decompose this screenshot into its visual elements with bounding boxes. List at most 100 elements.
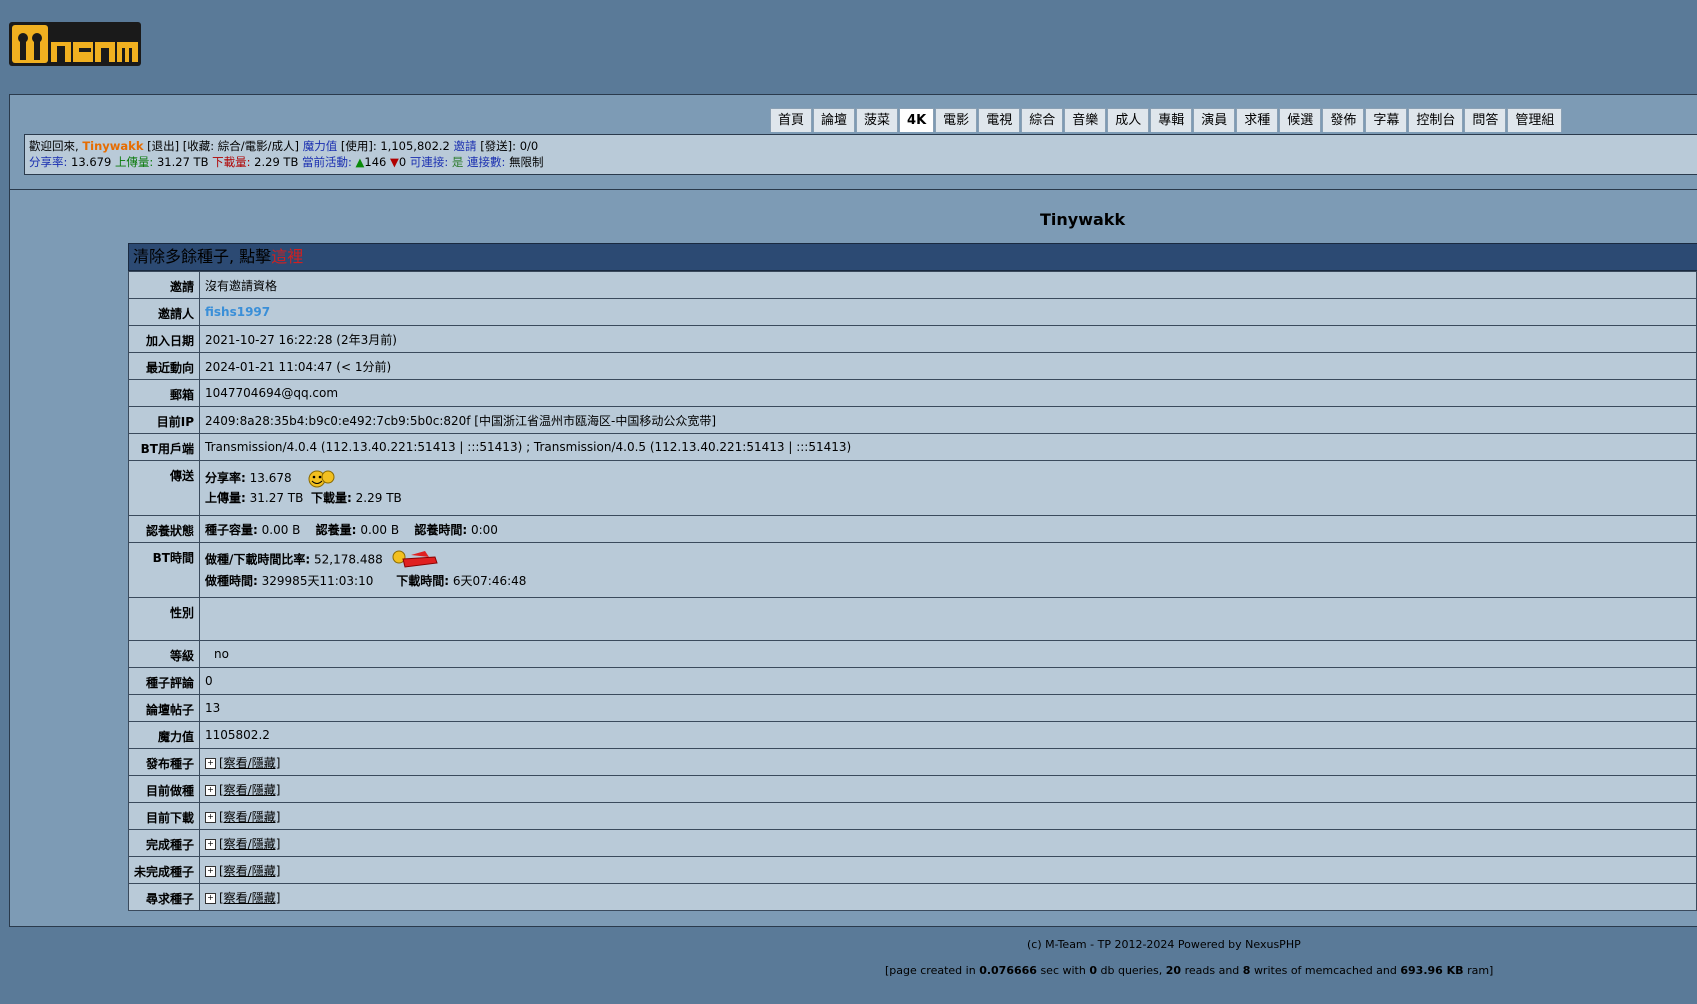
nav-tab[interactable]: 問答 — [1464, 108, 1507, 132]
magic-link[interactable]: 魔力值 — [303, 139, 338, 153]
nav-tab[interactable]: 音樂 — [1064, 108, 1107, 132]
table-row: 認養狀態 種子容量: 0.00 B 認養量: 0.00 B 認養時間: 0:00 — [128, 515, 1697, 543]
nav-tab[interactable]: 成人 — [1107, 108, 1150, 132]
nav-tab[interactable]: 控制台 — [1408, 108, 1464, 132]
active-label: 當前活動: — [302, 155, 352, 169]
logout-link[interactable]: [退出] — [147, 139, 179, 153]
transfer-download-label: 下載量: — [311, 491, 352, 506]
email-value: 1047704694@qq.com — [199, 379, 1697, 407]
nav-tab[interactable]: 演員 — [1193, 108, 1236, 132]
ratio-value: 13.679 — [71, 155, 112, 169]
nav-tab[interactable]: 4K — [899, 108, 935, 132]
table-row: 邀請人 fishs1997 — [128, 298, 1697, 326]
flying-superman-icon — [391, 549, 439, 571]
footer-stats: [page created in 0.076666 sec with 0 db … — [885, 964, 1493, 977]
dl-time-label: 下載時間: — [396, 574, 450, 588]
nav-tab[interactable]: 發佈 — [1322, 108, 1365, 132]
footer-text: reads and — [1184, 964, 1240, 977]
invite-link[interactable]: 邀請 — [454, 139, 477, 153]
posts-value: 13 — [199, 694, 1697, 722]
magic-use-link[interactable]: [使用]: 1,105,802.2 — [341, 139, 450, 153]
expand-icon[interactable]: + — [205, 838, 216, 850]
table-row: 等級 no — [128, 640, 1697, 668]
transfer-ratio-label: 分享率: — [205, 470, 246, 485]
user-info-bar: 歡迎回來, Tinywakk [退出] [收藏: 綜合/電影/成人] 魔力值 [… — [24, 134, 1697, 175]
toggle-link[interactable]: [察看/隱藏] — [219, 864, 280, 878]
bt-time-ratio-label: 做種/下載時間比率: — [205, 552, 311, 567]
table-row: BT時間 做種/下載時間比率: 52,178.488 做種時間: 329985天… — [128, 542, 1697, 598]
info-line-1: 歡迎回來, Tinywakk [退出] [收藏: 綜合/電影/成人] 魔力值 [… — [29, 138, 1693, 154]
invite-send-link[interactable]: [發送]: 0/0 — [480, 139, 538, 153]
row-label: 傳送 — [128, 460, 200, 516]
download-label: 下載量: — [212, 155, 251, 169]
expand-icon[interactable]: + — [205, 757, 216, 769]
expand-icon[interactable]: + — [205, 811, 216, 823]
main-nav: 首頁 論壇 菠菜 4K 電影 電視 綜合 音樂 成人 專輯 演員 求種 候選 發佈 字幕 控制台 問答 管理組 — [770, 108, 1563, 132]
transfer-upload: 31.27 TB — [249, 491, 304, 506]
clean-text: 清除多餘種子, 點擊 — [133, 247, 272, 266]
row-label: 未完成種子 — [128, 856, 200, 884]
row-label: 郵箱 — [128, 379, 200, 407]
row-label: 加入日期 — [128, 325, 200, 353]
username-link[interactable]: Tinywakk — [82, 139, 143, 153]
row-label: BT時間 — [128, 542, 200, 598]
table-row: BT用戶端 Transmission/4.0.4 (112.13.40.221:… — [128, 433, 1697, 461]
footer-reads: 20 — [1165, 964, 1182, 977]
expand-icon[interactable]: + — [205, 892, 216, 904]
row-label: 尋求種子 — [128, 883, 200, 911]
expand-icon[interactable]: + — [205, 865, 216, 877]
row-label: 種子評論 — [128, 667, 200, 695]
footer-text: [page created in — [885, 964, 976, 977]
toggle-link[interactable]: [察看/隱藏] — [219, 810, 280, 824]
row-label: 最近動向 — [128, 352, 200, 380]
toggle-link[interactable]: [察看/隱藏] — [219, 756, 280, 770]
smiley-icon — [307, 468, 335, 488]
welcome-text: 歡迎回來, — [29, 139, 79, 153]
nav-tab[interactable]: 論壇 — [813, 108, 856, 132]
nav-tab[interactable]: 綜合 — [1021, 108, 1064, 132]
transfer-upload-label: 上傳量: — [205, 491, 246, 506]
nav-tab[interactable]: 首頁 — [770, 108, 813, 132]
toggle-link[interactable]: [察看/隱藏] — [219, 837, 280, 851]
nav-tab[interactable]: 電影 — [935, 108, 978, 132]
row-label: 目前做種 — [128, 775, 200, 803]
row-label: 邀請 — [128, 271, 200, 299]
bt-client-value: Transmission/4.0.4 (112.13.40.221:51413 … — [199, 433, 1697, 461]
connectable-label: 可連接: — [409, 155, 449, 169]
nav-tab[interactable]: 菠菜 — [856, 108, 899, 132]
upload-value: 31.27 TB — [156, 155, 209, 169]
row-label: 完成種子 — [128, 829, 200, 857]
inviter-link[interactable]: fishs1997 — [205, 305, 270, 319]
m-team-logo[interactable] — [9, 22, 141, 66]
table-row: 發布種子 + [察看/隱藏] — [128, 748, 1697, 776]
adopt-amount: 0.00 B — [360, 522, 400, 537]
row-label: 發布種子 — [128, 748, 200, 776]
bookmark-list[interactable]: 綜合/電影/成人] — [218, 139, 299, 153]
connections-value: 無限制 — [509, 155, 544, 169]
table-row: 目前做種 + [察看/隱藏] — [128, 775, 1697, 803]
profile-username: Tinywakk — [1040, 210, 1126, 229]
table-row: 種子評論 0 — [128, 667, 1697, 695]
table-row: 傳送 分享率: 13.678 上傳量: 31.27 TB 下載量: 2.29 T… — [128, 460, 1697, 516]
toggle-link[interactable]: [察看/隱藏] — [219, 783, 280, 797]
transfer-ratio: 13.678 — [249, 470, 292, 485]
dl-time: 6天07:46:48 — [452, 574, 527, 588]
nav-tab[interactable]: 候選 — [1279, 108, 1322, 132]
seed-time-label: 做種時間: — [205, 574, 258, 588]
gender-value — [199, 597, 1697, 641]
row-label: 目前IP — [128, 406, 200, 434]
last-seen-value: 2024-01-21 11:04:47 (< 1分前) — [199, 352, 1697, 380]
nav-tab[interactable]: 管理組 — [1507, 108, 1563, 132]
nav-tab[interactable]: 專輯 — [1150, 108, 1193, 132]
footer-text: writes of memcached and — [1253, 964, 1397, 977]
row-label: BT用戶端 — [128, 433, 200, 461]
bookmarks-link[interactable]: [收藏: — [183, 139, 214, 153]
table-row: 未完成種子 + [察看/隱藏] — [128, 856, 1697, 884]
table-row: 加入日期 2021-10-27 16:22:28 (2年3月前) — [128, 325, 1697, 353]
nav-tab[interactable]: 字幕 — [1365, 108, 1408, 132]
nav-tab[interactable]: 電視 — [978, 108, 1021, 132]
nav-tab[interactable]: 求種 — [1236, 108, 1279, 132]
clean-link[interactable]: 這裡 — [271, 247, 303, 266]
toggle-link[interactable]: [察看/隱藏] — [219, 891, 280, 905]
expand-icon[interactable]: + — [205, 784, 216, 796]
